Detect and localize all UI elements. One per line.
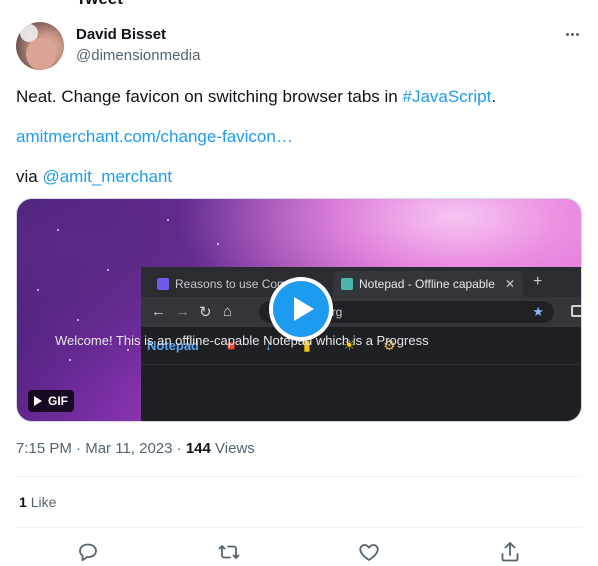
page-title: Tweet (76, 0, 123, 9)
mention-link[interactable]: @amit_merchant (42, 167, 172, 186)
bookmark-star-icon: ★ (532, 304, 544, 319)
play-button[interactable] (269, 277, 333, 341)
tab-favicon-icon (157, 278, 169, 290)
tab-title: Notepad - Offline capable (359, 277, 495, 291)
play-small-icon (34, 396, 42, 406)
browser-tabstrip: Reasons to use Com Notepad - Offline cap… (141, 267, 581, 297)
tweet-time[interactable]: 7:15 PM (16, 440, 72, 457)
browser-toolbar: ← → ↻ ⌂ org ★ (141, 297, 581, 327)
share-icon[interactable] (498, 540, 522, 564)
close-tab-icon: ✕ (504, 277, 515, 291)
back-icon: ← (151, 303, 166, 320)
divider (16, 476, 582, 477)
like-icon[interactable] (357, 540, 381, 564)
likes-count: 1 (19, 494, 27, 510)
browser-tab-active: Notepad - Offline capable ✕ (333, 271, 523, 297)
sidebar-toggle-icon (571, 305, 581, 317)
forward-icon: → (175, 303, 190, 320)
views-label: Views (215, 440, 255, 457)
via-label: via (16, 167, 43, 186)
reply-icon[interactable] (76, 540, 100, 564)
external-link[interactable]: amitmerchant.com/change-favicon… (16, 127, 293, 146)
author-handle[interactable]: @dimensionmedia (76, 47, 200, 64)
tweet-date[interactable]: Mar 11, 2023 (85, 440, 172, 457)
gif-label: GIF (48, 394, 68, 408)
tweet-text: Neat. Change favicon on switching browse… (16, 86, 496, 108)
tweet-text-body: Neat. Change favicon on switching browse… (16, 87, 403, 106)
avatar[interactable] (16, 22, 64, 70)
reload-icon: ↻ (199, 304, 212, 321)
author-name[interactable]: David Bisset (76, 26, 166, 43)
divider (16, 527, 582, 528)
new-tab-icon: + (533, 273, 543, 290)
retweet-icon[interactable] (217, 540, 241, 564)
likes-stat[interactable]: 1 Like (19, 494, 56, 510)
tweet-text-period: . (491, 87, 497, 106)
more-options-icon[interactable] (560, 24, 584, 44)
likes-label: Like (30, 494, 57, 510)
welcome-text: Welcome! This is an offline-capable Note… (55, 333, 429, 348)
tweet-meta: 7:15 PM · Mar 11, 2023 · 144 Views (16, 440, 255, 457)
tweet-via: via @amit_merchant (16, 166, 172, 188)
tweet-url: amitmerchant.com/change-favicon… (16, 126, 293, 148)
views-count: 144 (185, 440, 211, 457)
tab-favicon-icon (341, 278, 353, 290)
gif-badge: GIF (28, 390, 74, 412)
home-icon: ⌂ (223, 303, 233, 320)
hashtag-link[interactable]: #JavaScript (402, 87, 491, 106)
tab-title: Reasons to use Com (175, 277, 288, 291)
play-icon (293, 297, 314, 321)
media-gif[interactable]: Reasons to use Com Notepad - Offline cap… (16, 198, 582, 422)
